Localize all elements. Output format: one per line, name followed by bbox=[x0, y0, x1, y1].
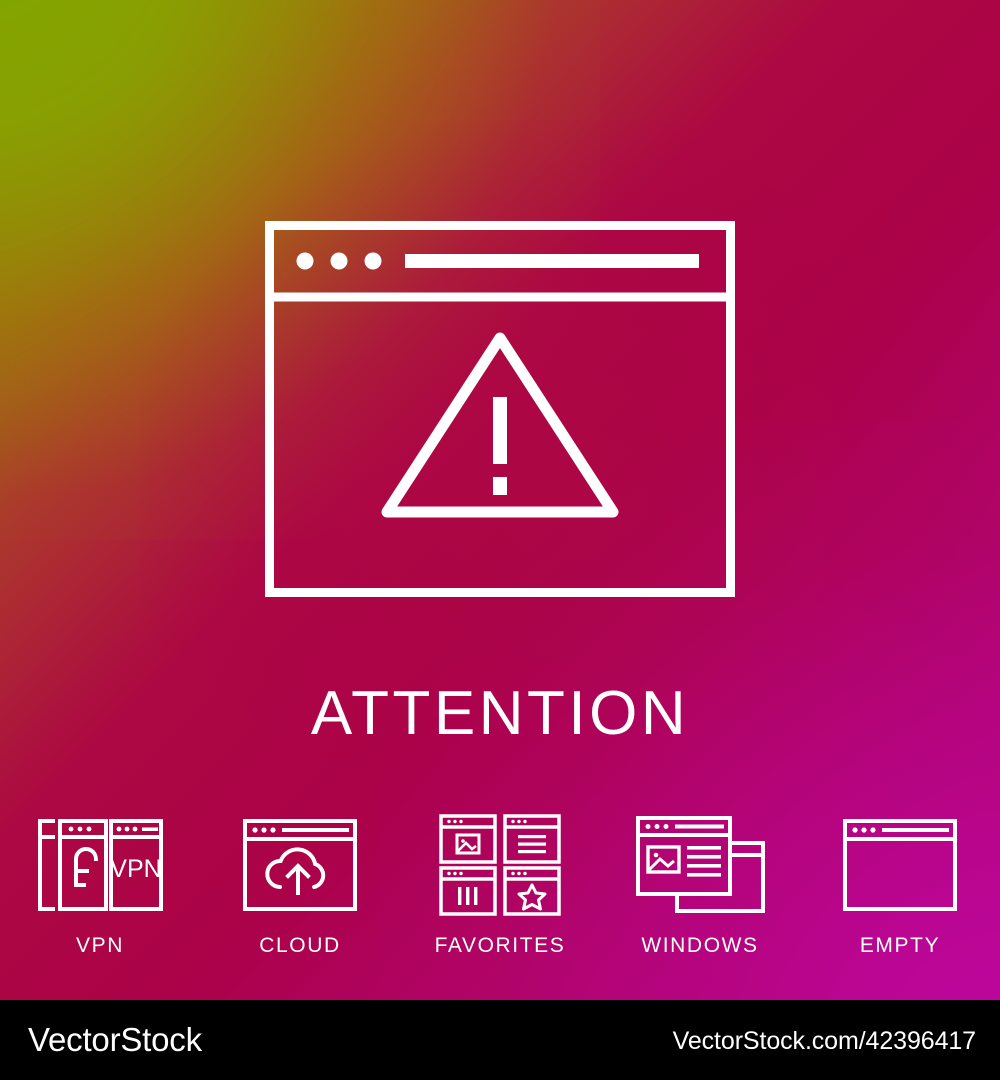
star-icon bbox=[517, 883, 547, 911]
icon-cell-empty[interactable]: EMPTY bbox=[800, 812, 1000, 958]
win-dot-2 bbox=[654, 824, 660, 829]
vpn-mid-dot-1 bbox=[68, 826, 74, 832]
empty-dot-1 bbox=[852, 827, 858, 833]
screenshot-root: ATTENTION VPN VPN CLOUD FAVORITES WINDOW… bbox=[0, 0, 1000, 1080]
empty-dot-2 bbox=[861, 827, 867, 833]
cloud-dot-2 bbox=[261, 827, 267, 833]
text-line-4 bbox=[687, 873, 721, 877]
icon-label-cloud: CLOUD bbox=[259, 934, 341, 957]
favorites-tile-lines bbox=[503, 814, 561, 864]
favorites-tile-star bbox=[503, 866, 561, 916]
favorites-window-grid-icon bbox=[438, 812, 562, 918]
window-dot-1 bbox=[296, 252, 314, 270]
window-front bbox=[636, 816, 732, 896]
win-addressbar bbox=[675, 824, 724, 829]
cloud-addressbar bbox=[282, 828, 349, 832]
multiple-windows-icon bbox=[634, 812, 766, 918]
vpn-window-back bbox=[38, 819, 55, 911]
watermark-footer: VectorStock VectorStock.com/42396417 bbox=[0, 1000, 1000, 1080]
cloud-upload-window-icon bbox=[242, 812, 358, 918]
vpn-front-addressbar bbox=[142, 827, 158, 831]
vpn-windows-lock-icon: VPN bbox=[34, 812, 166, 918]
cloud-window-frame bbox=[243, 819, 357, 911]
vpn-window-middle bbox=[58, 819, 108, 911]
text-line-1 bbox=[687, 846, 721, 850]
icon-cell-favorites[interactable]: FAVORITES bbox=[400, 812, 600, 958]
icon-label-vpn: VPN bbox=[76, 934, 124, 957]
empty-window-frame bbox=[843, 819, 957, 911]
icon-cell-cloud[interactable]: CLOUD bbox=[200, 812, 400, 958]
vpn-front-dot-3 bbox=[132, 826, 138, 832]
icon-row: VPN VPN CLOUD FAVORITES WINDOWS EMPTY bbox=[0, 812, 1000, 972]
text-line-3 bbox=[687, 864, 721, 868]
window-back bbox=[675, 841, 765, 913]
window-dot-3 bbox=[364, 252, 382, 270]
watermark-brand: VectorStock bbox=[28, 1021, 202, 1058]
vpn-front-dot-2 bbox=[124, 826, 130, 832]
win-dot-3 bbox=[663, 824, 669, 829]
text-line-2 bbox=[687, 855, 721, 859]
icon-cell-vpn[interactable]: VPN VPN bbox=[0, 812, 200, 958]
exclamation-dot bbox=[493, 477, 507, 495]
exclamation-stem bbox=[493, 397, 507, 464]
address-bar bbox=[405, 254, 699, 268]
empty-addressbar bbox=[882, 828, 949, 832]
cloud-dot-1 bbox=[252, 827, 258, 833]
favorites-tile-image bbox=[439, 814, 497, 864]
win-dot-1 bbox=[645, 824, 651, 829]
icon-label-windows: WINDOWS bbox=[641, 934, 759, 957]
vpn-mid-dot-3 bbox=[86, 826, 92, 832]
cloud-dot-3 bbox=[270, 827, 276, 833]
empty-browser-window-icon bbox=[842, 812, 958, 918]
artboard: ATTENTION VPN VPN CLOUD FAVORITES WINDOW… bbox=[0, 0, 1000, 1000]
window-dot-2 bbox=[330, 252, 348, 270]
hero-attention-window-icon bbox=[265, 221, 735, 597]
vpn-badge-text: VPN bbox=[110, 855, 161, 883]
vpn-front-dot-1 bbox=[116, 826, 122, 832]
favorites-tile-columns bbox=[439, 866, 497, 916]
icon-label-favorites: FAVORITES bbox=[434, 934, 566, 957]
page-title: ATTENTION bbox=[310, 679, 690, 748]
padlock-icon bbox=[74, 847, 99, 887]
icon-label-empty: EMPTY bbox=[859, 934, 941, 957]
empty-dot-3 bbox=[870, 827, 876, 833]
vpn-mid-dot-2 bbox=[77, 826, 83, 832]
watermark-url: VectorStock.com/42396417 bbox=[672, 1027, 976, 1055]
icon-cell-windows[interactable]: WINDOWS bbox=[600, 812, 800, 958]
